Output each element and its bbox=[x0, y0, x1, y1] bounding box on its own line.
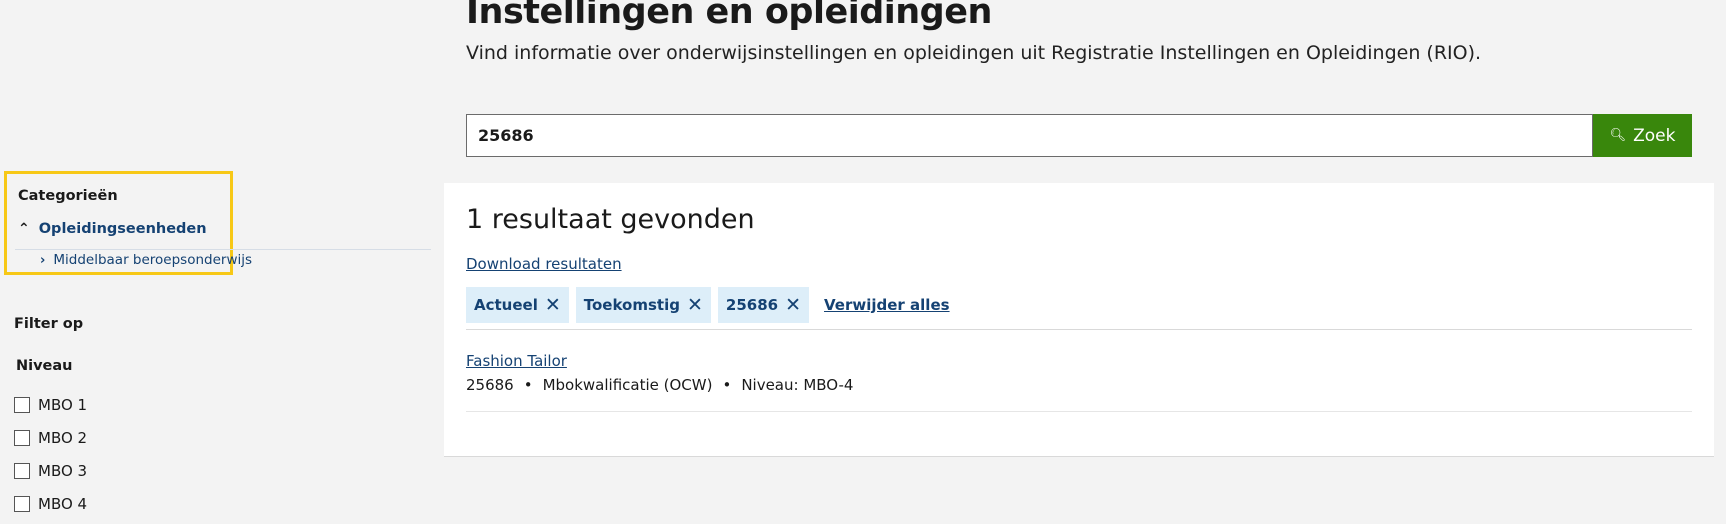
filter-chip-actueel[interactable]: Actueel ✕ bbox=[466, 287, 569, 323]
results-panel: 1 resultaat gevonden Download resultaten… bbox=[444, 183, 1714, 457]
category-label: Opleidingseenheden bbox=[38, 221, 207, 237]
divider bbox=[466, 329, 1692, 330]
subcategory-mbo[interactable]: › Middelbaar beroepsonderwijs bbox=[40, 252, 252, 268]
niveau-option-label: MBO 1 bbox=[38, 396, 88, 414]
category-opleidingseenheden[interactable]: ⌃ Opleidingseenheden bbox=[18, 221, 207, 237]
separator-dot: • bbox=[523, 376, 533, 394]
search-icon: 🔍︎ bbox=[1609, 128, 1627, 143]
category-divider bbox=[15, 249, 431, 250]
filter-chip-toekomstig[interactable]: Toekomstig ✕ bbox=[575, 287, 711, 323]
search-button-label: Zoek bbox=[1633, 125, 1676, 146]
result-meta: 25686 • Mbokwalificatie (OCW) • Niveau: … bbox=[466, 376, 853, 394]
checkbox[interactable] bbox=[14, 430, 30, 446]
niveau-option-mbo-3[interactable]: MBO 3 bbox=[14, 462, 87, 480]
filter-heading: Filter op bbox=[14, 316, 84, 332]
chevron-right-icon: › bbox=[40, 252, 46, 268]
subcategory-label: Middelbaar beroepsonderwijs bbox=[53, 252, 253, 268]
remove-all-filters-link[interactable]: Verwijder alles bbox=[824, 296, 950, 314]
close-icon[interactable]: ✕ bbox=[785, 295, 801, 315]
niveau-option-label: MBO 3 bbox=[38, 462, 88, 480]
niveau-heading: Niveau bbox=[16, 358, 73, 374]
result-level: Niveau: MBO-4 bbox=[741, 376, 854, 394]
niveau-option-mbo-4[interactable]: MBO 4 bbox=[14, 495, 87, 513]
filter-chip-search-term[interactable]: 25686 ✕ bbox=[717, 287, 810, 323]
niveau-option-mbo-1[interactable]: MBO 1 bbox=[14, 396, 87, 414]
checkbox[interactable] bbox=[14, 496, 30, 512]
checkbox[interactable] bbox=[14, 397, 30, 413]
results-count: 1 resultaat gevonden bbox=[466, 204, 755, 235]
categories-heading: Categorieën bbox=[18, 188, 118, 204]
result-title-link[interactable]: Fashion Tailor bbox=[466, 352, 567, 370]
niveau-option-label: MBO 4 bbox=[38, 495, 88, 513]
page-title: Instellingen en opleidingen bbox=[466, 0, 992, 32]
categories-panel: Categorieën ⌃ Opleidingseenheden › Midde… bbox=[4, 171, 431, 275]
page-subtitle: Vind informatie over onderwijsinstelling… bbox=[466, 42, 1482, 64]
filter-chip-label: Actueel bbox=[474, 296, 538, 314]
filter-chip-label: 25686 bbox=[725, 296, 779, 314]
niveau-option-label: MBO 2 bbox=[38, 429, 88, 447]
chevron-up-icon: ⌃ bbox=[18, 221, 30, 237]
search-input[interactable] bbox=[466, 114, 1593, 157]
niveau-option-mbo-2[interactable]: MBO 2 bbox=[14, 429, 87, 447]
close-icon[interactable]: ✕ bbox=[545, 295, 561, 315]
checkbox[interactable] bbox=[14, 463, 30, 479]
active-filters: Actueel ✕ Toekomstig ✕ 25686 ✕ Verwijder… bbox=[466, 287, 950, 323]
separator-dot: • bbox=[722, 376, 732, 394]
result-code: 25686 bbox=[466, 376, 514, 394]
search-button[interactable]: 🔍︎ Zoek bbox=[1593, 114, 1692, 157]
download-results-link[interactable]: Download resultaten bbox=[466, 255, 622, 273]
divider bbox=[466, 411, 1692, 412]
filter-chip-label: Toekomstig bbox=[583, 296, 680, 314]
result-type: Mbokwalificatie (OCW) bbox=[542, 376, 713, 394]
close-icon[interactable]: ✕ bbox=[687, 295, 703, 315]
